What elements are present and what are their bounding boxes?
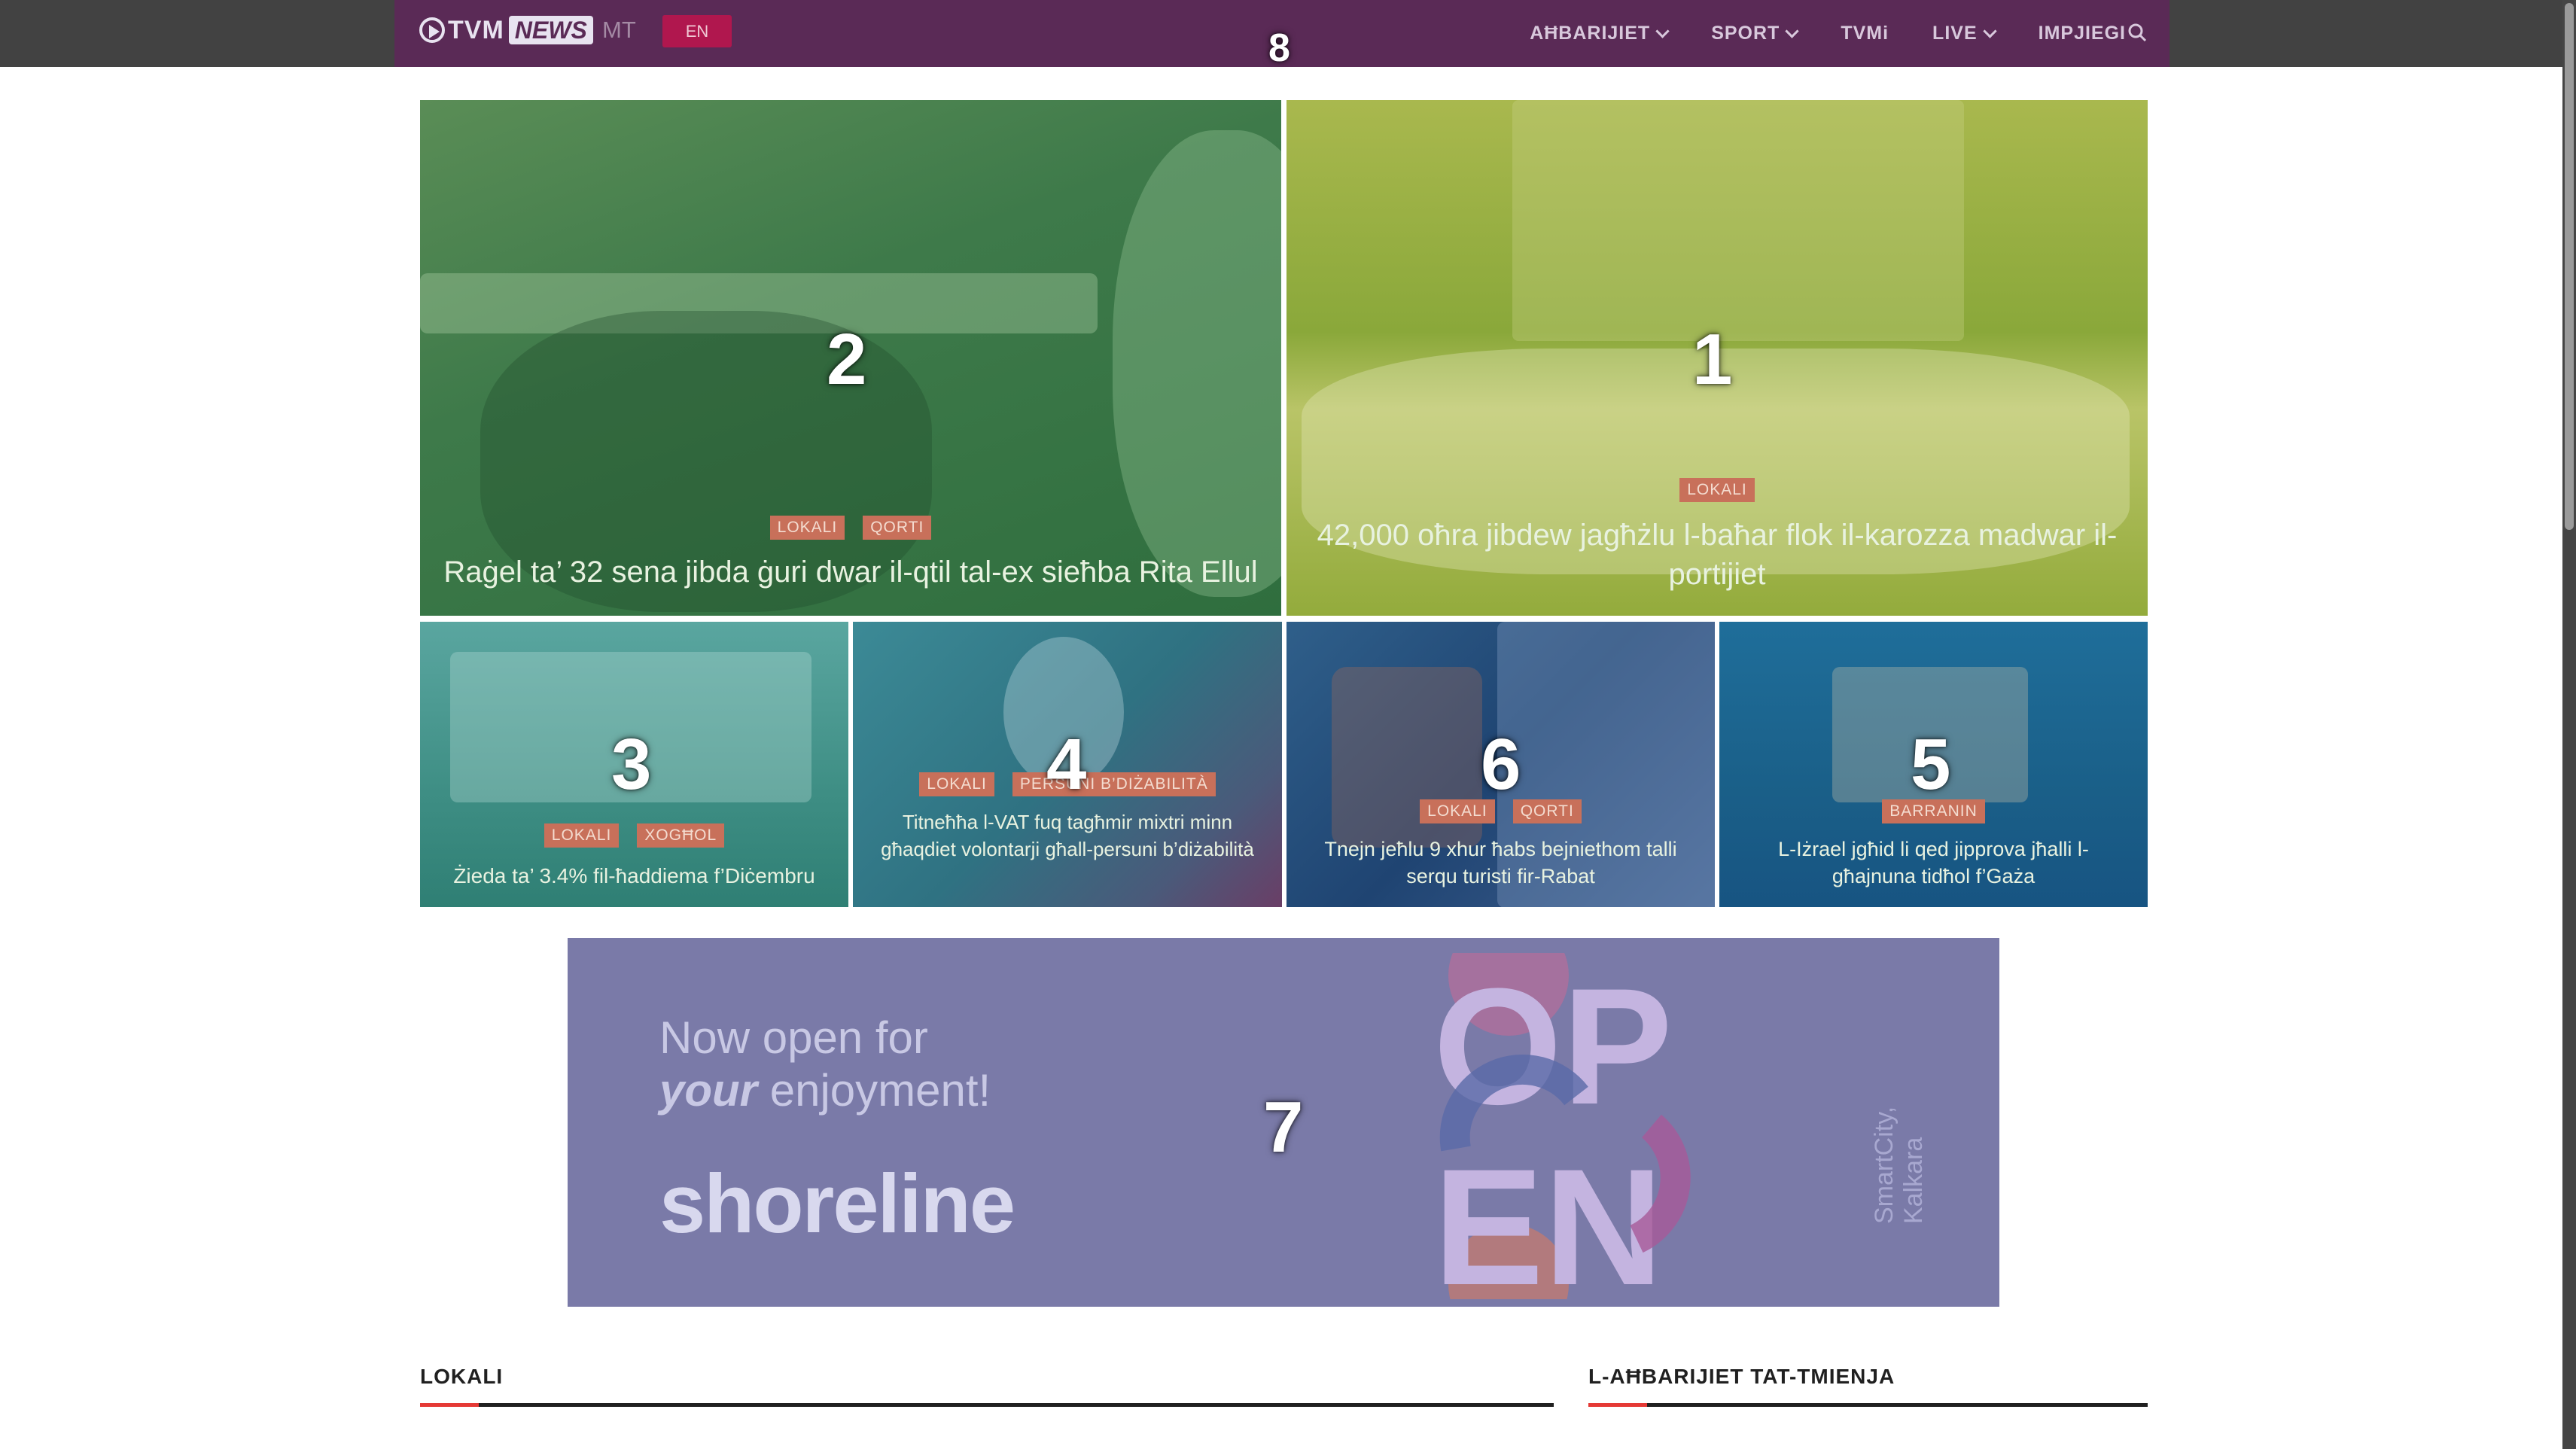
menu-item-live[interactable]: LIVE: [1932, 23, 1997, 44]
section-divider: [420, 1403, 1554, 1407]
ad-emphasis: your: [659, 1065, 758, 1116]
scrollbar-thumb[interactable]: [2565, 3, 2574, 530]
ad-location-text: SmartCity, Kalkara: [1870, 1106, 1928, 1224]
menu-item-impjiegi[interactable]: IMPJIEGI: [2039, 23, 2126, 44]
search-icon[interactable]: [2127, 23, 2147, 42]
overlay-number-3: 3: [611, 724, 652, 805]
menu-item-label: TVMi: [1841, 23, 1889, 44]
language-current: MT: [602, 17, 636, 43]
main-menu: AĦBARIJIET SPORT TVMi LIVE IMPJIEGI: [1486, 0, 2126, 67]
menu-item-label: SPORT: [1711, 23, 1780, 44]
category-badge[interactable]: PERSUNI B’DIŻABILITÀ: [1012, 772, 1216, 796]
chevron-down-icon: [1785, 24, 1800, 38]
article-title[interactable]: Titneħħa l-VAT fuq tagħmir mixtri minn g…: [868, 808, 1267, 863]
overlay-number-5: 5: [1911, 724, 1951, 805]
section-accent: [1588, 1403, 1647, 1407]
menu-item-label: LIVE: [1932, 23, 1978, 44]
category-badge[interactable]: XOGĦOL: [637, 823, 725, 848]
article-title[interactable]: L-Iżrael jgħid li qed jipprova jħalli l-…: [1742, 836, 2125, 890]
overlay-number-6: 6: [1481, 724, 1521, 805]
ad-open-graphic: OP EN: [1433, 953, 1691, 1299]
category-badge[interactable]: QORTI: [863, 516, 932, 540]
menu-item-label: AĦBARIJIET: [1530, 23, 1651, 44]
site-logo[interactable]: TVM NEWS: [419, 15, 593, 45]
chevron-down-icon: [1982, 24, 1997, 38]
menu-item-sport[interactable]: SPORT: [1711, 23, 1800, 44]
article-title[interactable]: Tnejn jeħlu 9 xhur ħabs bejniethom talli…: [1309, 836, 1692, 890]
category-badge[interactable]: LOKALI: [544, 823, 620, 848]
overlay-number-8: 8: [1268, 26, 1290, 70]
section-accent: [420, 1403, 479, 1407]
ad-brand-logo: shoreline: [659, 1158, 1015, 1250]
menu-item-label: IMPJIEGI: [2038, 23, 2126, 44]
section-title-ahbarijiet-tat-tmienja[interactable]: L-AĦBARIJIET TAT-TMIENJA: [1588, 1365, 1895, 1389]
overlay-number-4: 4: [1046, 724, 1087, 805]
menu-item-tvmi[interactable]: TVMi: [1841, 23, 1889, 44]
article-title[interactable]: Żieda ta’ 3.4% fil-ħaddiema f’Diċembru: [431, 864, 838, 888]
section-title-lokali[interactable]: LOKALI: [420, 1365, 503, 1389]
ad-subheadline-rest: enjoyment!: [757, 1065, 991, 1116]
category-badge[interactable]: QORTI: [1512, 799, 1582, 823]
chevron-down-icon: [1655, 24, 1670, 38]
language-switch-button[interactable]: EN: [662, 15, 732, 47]
category-badge[interactable]: LOKALI: [769, 516, 845, 540]
article-title[interactable]: 42,000 oħra jibdew jagħżlu l-baħar flok …: [1309, 516, 2125, 594]
logo-tvm-text: TVM: [448, 15, 504, 44]
ad-subheadline: your enjoyment!: [659, 1064, 991, 1116]
overlay-number-7: 7: [1263, 1087, 1304, 1167]
ad-open-text-bottom: EN: [1433, 1134, 1664, 1299]
play-icon: [419, 17, 445, 43]
menu-item-ahbarijiet[interactable]: AĦBARIJIET: [1530, 23, 1670, 44]
section-divider: [1588, 1403, 2148, 1407]
category-badge[interactable]: LOKALI: [1679, 478, 1755, 502]
logo-news-text: NEWS: [508, 16, 593, 44]
category-badge[interactable]: LOKALI: [919, 772, 994, 796]
overlay-number-2: 2: [827, 319, 867, 400]
overlay-number-1: 1: [1692, 319, 1733, 400]
article-title[interactable]: Raġel ta’ 32 sena jibda ġuri dwar il-qti…: [443, 556, 1259, 589]
scrollbar[interactable]: [2562, 0, 2576, 1449]
ad-headline: Now open for: [659, 1012, 928, 1063]
